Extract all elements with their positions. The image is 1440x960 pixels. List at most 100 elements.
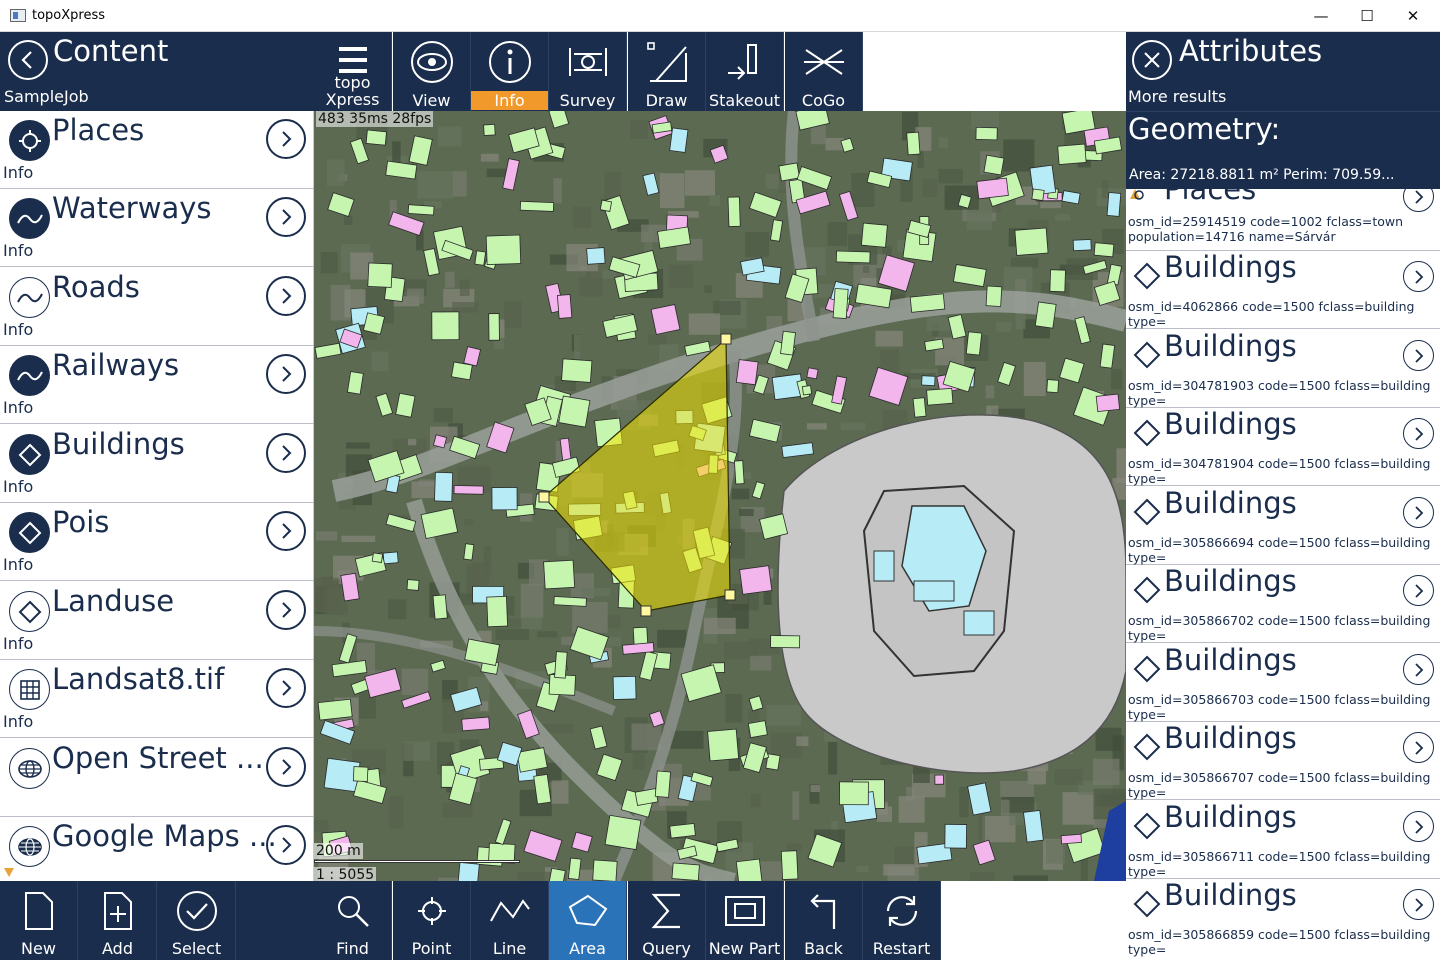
result-item[interactable]: Buildings osm_id=305866711 code=1500 fcl…: [1126, 800, 1440, 879]
maximize-button[interactable]: ☐: [1344, 0, 1390, 32]
topoxpress-menu-button[interactable]: topo Xpress: [314, 32, 392, 111]
result-attributes: osm_id=305866711 code=1500 fclass=buildi…: [1128, 849, 1431, 879]
result-item[interactable]: Buildings osm_id=305866859 code=1500 fcl…: [1126, 878, 1440, 957]
layer-info-link[interactable]: Info: [3, 241, 33, 260]
layer-open-button[interactable]: [266, 354, 306, 394]
raster-grid-icon: [9, 669, 50, 710]
layer-item-buildings[interactable]: Buildings Info: [0, 425, 314, 503]
result-open-button[interactable]: [1403, 261, 1434, 292]
draw-button[interactable]: Draw: [628, 32, 706, 111]
menu-icon: [338, 47, 367, 73]
layer-open-button[interactable]: [266, 197, 306, 237]
layer-item-places[interactable]: Places Info: [0, 111, 314, 189]
layer-info-link[interactable]: Info: [3, 555, 33, 574]
result-layer-name: Buildings: [1164, 800, 1297, 834]
result-attributes: osm_id=4062866 code=1500 fclass=building…: [1128, 299, 1415, 329]
result-open-button[interactable]: [1403, 654, 1434, 685]
buildings-icon: [1132, 889, 1162, 923]
close-window-button[interactable]: ✕: [1390, 0, 1436, 32]
area-icon: [568, 894, 607, 927]
layer-open-button[interactable]: [266, 590, 306, 630]
layer-name: Railways: [52, 348, 180, 382]
layer-open-button[interactable]: [266, 668, 306, 708]
find-button[interactable]: Find: [314, 881, 392, 960]
menu-label-line2: Xpress: [325, 90, 380, 109]
result-open-button[interactable]: [1403, 189, 1434, 212]
result-open-button[interactable]: [1403, 418, 1434, 449]
map-canvas[interactable]: [314, 111, 1126, 881]
back-button[interactable]: Back: [785, 881, 863, 960]
chevron-right-icon: [1414, 505, 1423, 520]
minimize-button[interactable]: —: [1298, 0, 1344, 32]
result-layer-name: Buildings: [1164, 878, 1297, 912]
chevron-right-icon: [1414, 897, 1423, 912]
railways-icon: [9, 355, 50, 396]
point-label: Point: [411, 939, 452, 958]
cogo-button[interactable]: CoGo: [785, 32, 863, 111]
layer-open-button[interactable]: [266, 433, 306, 473]
layer-open-button[interactable]: [266, 511, 306, 551]
layer-item-landsat[interactable]: Landsat8.tif Info: [0, 660, 314, 738]
buildings-icon: [1132, 811, 1162, 845]
result-item[interactable]: Places osm_id=25914519 code=1002 fclass=…: [1126, 189, 1440, 251]
layer-name: Roads: [52, 270, 140, 304]
layer-info-link[interactable]: Info: [3, 398, 33, 417]
result-item[interactable]: Buildings osm_id=4062866 code=1500 fclas…: [1126, 250, 1440, 329]
result-open-button[interactable]: [1403, 732, 1434, 763]
result-item[interactable]: Buildings osm_id=305866702 code=1500 fcl…: [1126, 564, 1440, 643]
more-results-link[interactable]: More results: [1128, 87, 1226, 106]
line-button[interactable]: Line: [471, 881, 549, 960]
result-open-button[interactable]: [1403, 889, 1434, 920]
survey-button[interactable]: Survey: [549, 32, 627, 111]
result-item[interactable]: Buildings osm_id=304781904 code=1500 fcl…: [1126, 407, 1440, 486]
layer-item-pois[interactable]: Pois Info: [0, 503, 314, 581]
info-button[interactable]: Info: [471, 32, 549, 111]
layer-info-link[interactable]: Info: [3, 320, 33, 339]
map-view[interactable]: 483 35ms 28fps 200 m 1 : 5055: [314, 111, 1126, 881]
result-open-button[interactable]: [1403, 575, 1434, 606]
checkmark-icon: [176, 891, 217, 931]
new-button[interactable]: New: [0, 881, 78, 960]
buildings-icon: [1132, 654, 1162, 688]
layer-info-link[interactable]: Info: [3, 163, 33, 182]
layer-item-railways[interactable]: Railways Info: [0, 346, 314, 424]
result-attributes: osm_id=305866707 code=1500 fclass=buildi…: [1128, 770, 1431, 800]
layer-open-button[interactable]: [266, 119, 306, 159]
layer-item-waterways[interactable]: Waterways Info: [0, 189, 314, 267]
menu-label-line1: topo: [334, 73, 371, 92]
chevron-right-icon: [1414, 583, 1423, 598]
layer-info-link[interactable]: Info: [3, 477, 33, 496]
back-arrow-button[interactable]: [8, 40, 48, 80]
layer-open-button[interactable]: [266, 276, 306, 316]
add-button[interactable]: Add: [79, 881, 157, 960]
globe-icon: [9, 826, 50, 867]
restart-button[interactable]: Restart: [863, 881, 941, 960]
new-part-icon: [724, 896, 765, 926]
result-item[interactable]: Buildings osm_id=305866694 code=1500 fcl…: [1126, 486, 1440, 565]
layer-open-button[interactable]: [266, 825, 306, 865]
close-attributes-button[interactable]: [1132, 40, 1172, 80]
layer-item-roads[interactable]: Roads Info: [0, 268, 314, 346]
stakeout-button[interactable]: Stakeout: [706, 32, 784, 111]
layer-info-link[interactable]: Info: [3, 712, 33, 731]
area-button[interactable]: Area: [549, 881, 627, 960]
new-part-button[interactable]: New Part: [706, 881, 784, 960]
view-button[interactable]: View: [393, 32, 471, 111]
layer-open-button[interactable]: [266, 747, 306, 787]
point-button[interactable]: Point: [393, 881, 471, 960]
layer-info-link[interactable]: Info: [3, 634, 33, 653]
point-icon: [417, 897, 446, 925]
result-open-button[interactable]: [1403, 340, 1434, 371]
scroll-down-indicator-icon[interactable]: [4, 868, 14, 877]
query-button[interactable]: Query: [628, 881, 706, 960]
layer-name: Places: [52, 113, 145, 147]
chevron-right-icon: [282, 837, 292, 853]
result-item[interactable]: Buildings osm_id=305866703 code=1500 fcl…: [1126, 643, 1440, 722]
layer-item-landuse[interactable]: Landuse Info: [0, 582, 314, 660]
result-open-button[interactable]: [1403, 811, 1434, 842]
layer-item-open-street-map[interactable]: Open Street ...: [0, 739, 314, 817]
result-open-button[interactable]: [1403, 497, 1434, 528]
result-item[interactable]: Buildings osm_id=305866707 code=1500 fcl…: [1126, 721, 1440, 800]
select-button[interactable]: Select: [158, 881, 236, 960]
result-item[interactable]: Buildings osm_id=304781903 code=1500 fcl…: [1126, 329, 1440, 408]
